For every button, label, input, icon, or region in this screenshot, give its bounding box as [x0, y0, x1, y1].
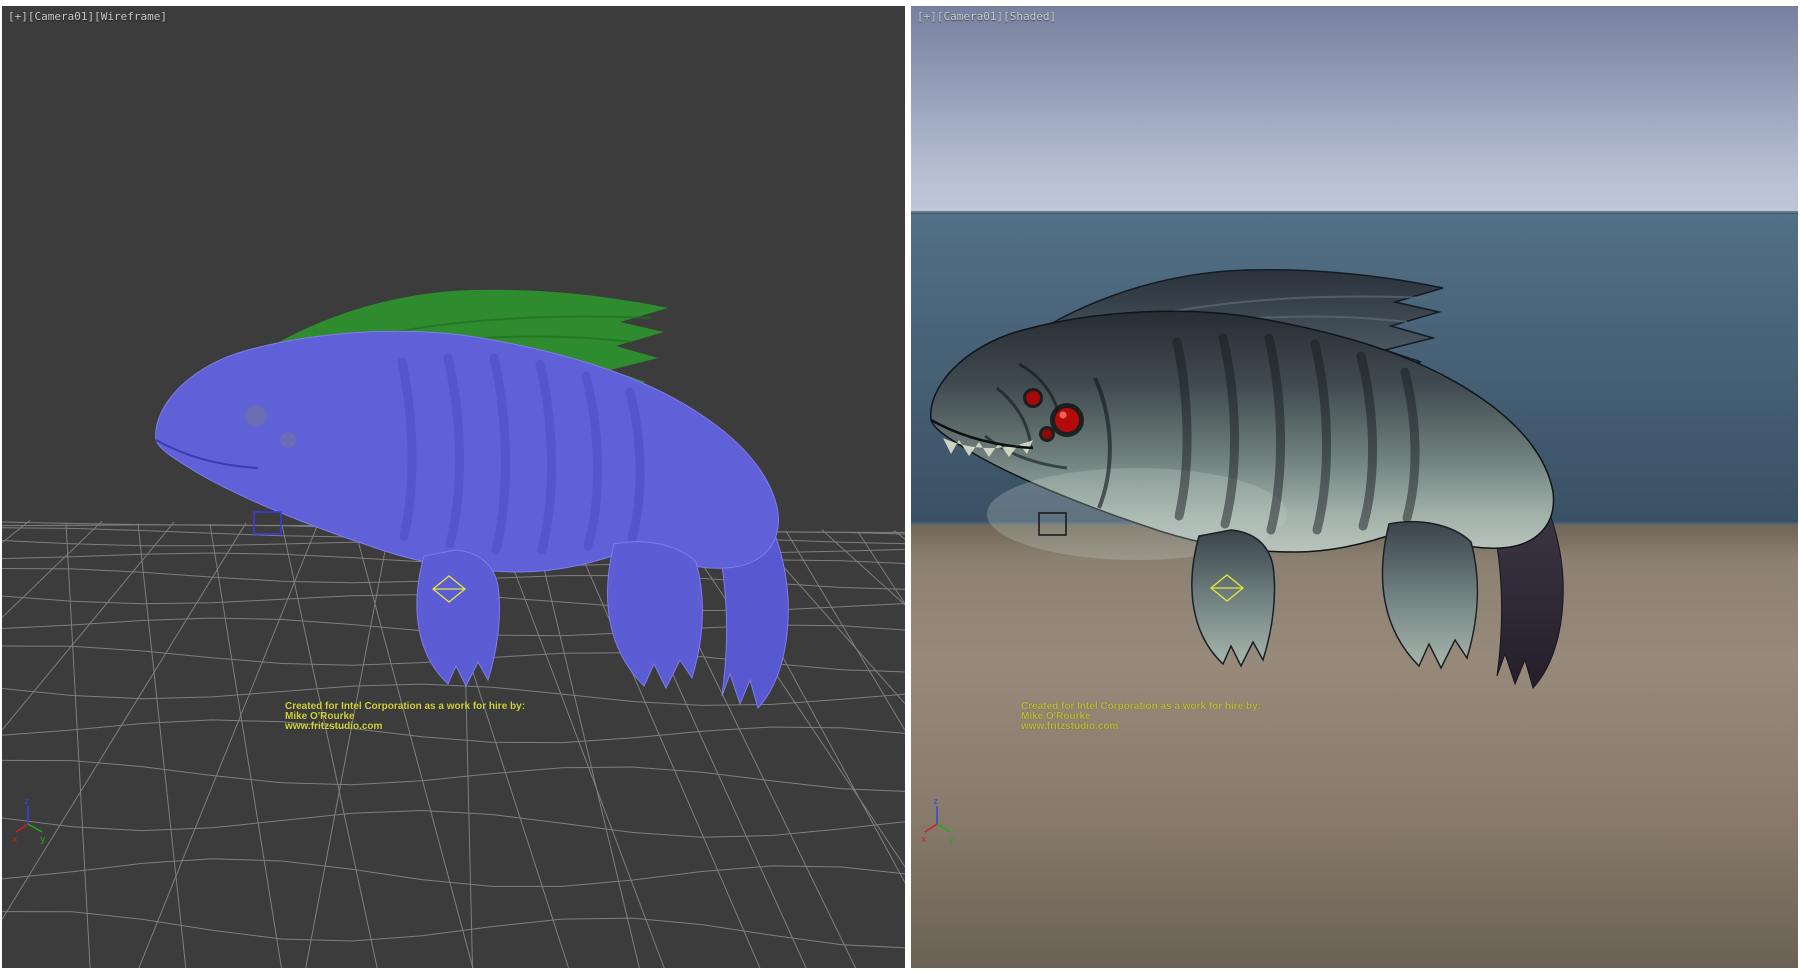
viewport-label-right: [+][Camera01][Shaded]	[917, 10, 1056, 23]
axis-z-label: z	[933, 797, 938, 807]
axis-y-label: y	[949, 835, 955, 845]
axis-y-label: y	[40, 835, 46, 845]
ground	[911, 524, 1798, 968]
viewport-wireframe[interactable]: [+][Camera01][Wireframe]	[2, 6, 905, 968]
eye-right	[280, 432, 296, 448]
credit-text: Created for Intel Corporation as a work …	[1021, 702, 1261, 732]
eye-main-highlight	[1060, 412, 1067, 419]
camera-name-button[interactable]: [Camera01]	[937, 10, 1003, 23]
viewport-label-left: [+][Camera01][Wireframe]	[8, 10, 167, 23]
shading-mode-button[interactable]: [Wireframe]	[94, 10, 167, 23]
viewport-menu-button[interactable]: [+]	[917, 10, 937, 23]
viewport-menu-button[interactable]: [+]	[8, 10, 28, 23]
credit-line-3: www.fritzstudio.com	[285, 722, 525, 732]
eye-small	[1026, 391, 1040, 405]
axis-x-label: x	[921, 835, 927, 845]
credit-text: Created for Intel Corporation as a work …	[285, 702, 525, 732]
credit-line-3: www.fritzstudio.com	[1021, 722, 1261, 732]
sky-sea-horizon-line	[911, 211, 1798, 214]
eye-lower	[1042, 429, 1052, 439]
sky	[911, 6, 1798, 213]
viewport-shaded[interactable]: [+][Camera01][Shaded]	[911, 6, 1798, 968]
camera-name-button[interactable]: [Camera01]	[28, 10, 94, 23]
application-window: { "viewports": { "left": { "menu": { "pl…	[0, 0, 1800, 978]
eye-left	[245, 405, 267, 427]
shading-mode-button[interactable]: [Shaded]	[1003, 10, 1056, 23]
axis-x-label: x	[12, 835, 18, 845]
axis-z-label: z	[24, 797, 29, 807]
eye-main	[1055, 408, 1079, 432]
